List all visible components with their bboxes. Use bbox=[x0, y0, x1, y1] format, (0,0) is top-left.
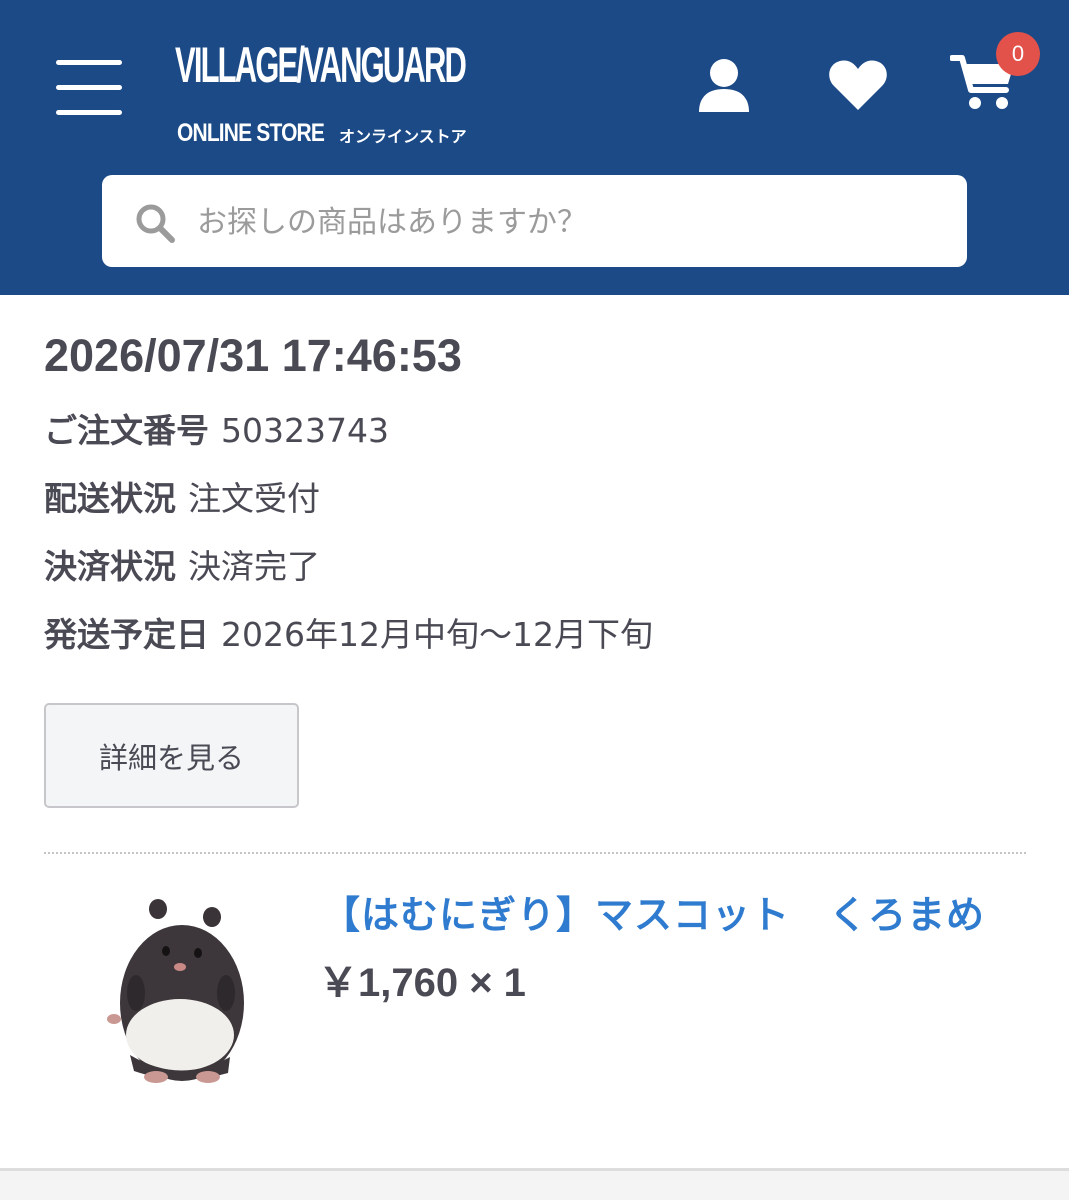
dotted-divider bbox=[44, 852, 1026, 854]
hamster-plush-image[interactable] bbox=[100, 895, 250, 1085]
ship-date-label: 発送予定日 bbox=[44, 615, 209, 654]
payment-status-label: 決済状況 bbox=[44, 547, 176, 586]
order-datetime: 2026/07/31 17:46:53 bbox=[44, 330, 462, 381]
logo-wordmark: VILLAGE/VANGUARD bbox=[175, 37, 467, 93]
bottom-background bbox=[0, 1171, 1069, 1200]
ship-date-row: 発送予定日 2026年12月中旬〜12月下旬 bbox=[44, 608, 653, 656]
view-details-button[interactable]: 詳細を見る bbox=[44, 703, 299, 808]
order-number-row: ご注文番号 50323743 bbox=[44, 404, 389, 452]
order-number-label: ご注文番号 bbox=[44, 411, 209, 450]
cart-count-badge: 0 bbox=[996, 32, 1040, 76]
logo-subtitle-jp: オンラインストア bbox=[339, 127, 467, 146]
user-account-icon[interactable] bbox=[695, 56, 753, 114]
product-price: ￥1,760 × 1 bbox=[318, 961, 526, 1005]
logo-subtitle: ONLINE STORE オンラインストア bbox=[177, 119, 467, 148]
logo-subtitle-en: ONLINE STORE bbox=[177, 119, 325, 147]
heart-favorites-icon[interactable] bbox=[828, 58, 888, 112]
site-header: VILLAGE/VANGUARD ONLINE STORE オンラインストア 0 bbox=[0, 0, 1069, 295]
search-icon[interactable] bbox=[134, 202, 176, 244]
payment-status-row: 決済状況 決済完了 bbox=[44, 540, 320, 588]
shipping-status-value: 注文受付 bbox=[188, 479, 320, 518]
search-input[interactable] bbox=[195, 196, 935, 248]
payment-status-value: 決済完了 bbox=[188, 547, 320, 586]
shipping-status-row: 配送状況 注文受付 bbox=[44, 472, 320, 520]
order-number-value: 50323743 bbox=[221, 411, 389, 450]
hamburger-menu-icon[interactable] bbox=[56, 60, 122, 116]
store-logo[interactable]: VILLAGE/VANGUARD ONLINE STORE オンラインストア bbox=[175, 34, 475, 154]
product-title-link[interactable]: 【はむにぎり】マスコット くろまめ bbox=[322, 884, 985, 939]
ship-date-value: 2026年12月中旬〜12月下旬 bbox=[221, 615, 653, 654]
shipping-status-label: 配送状況 bbox=[44, 479, 176, 518]
